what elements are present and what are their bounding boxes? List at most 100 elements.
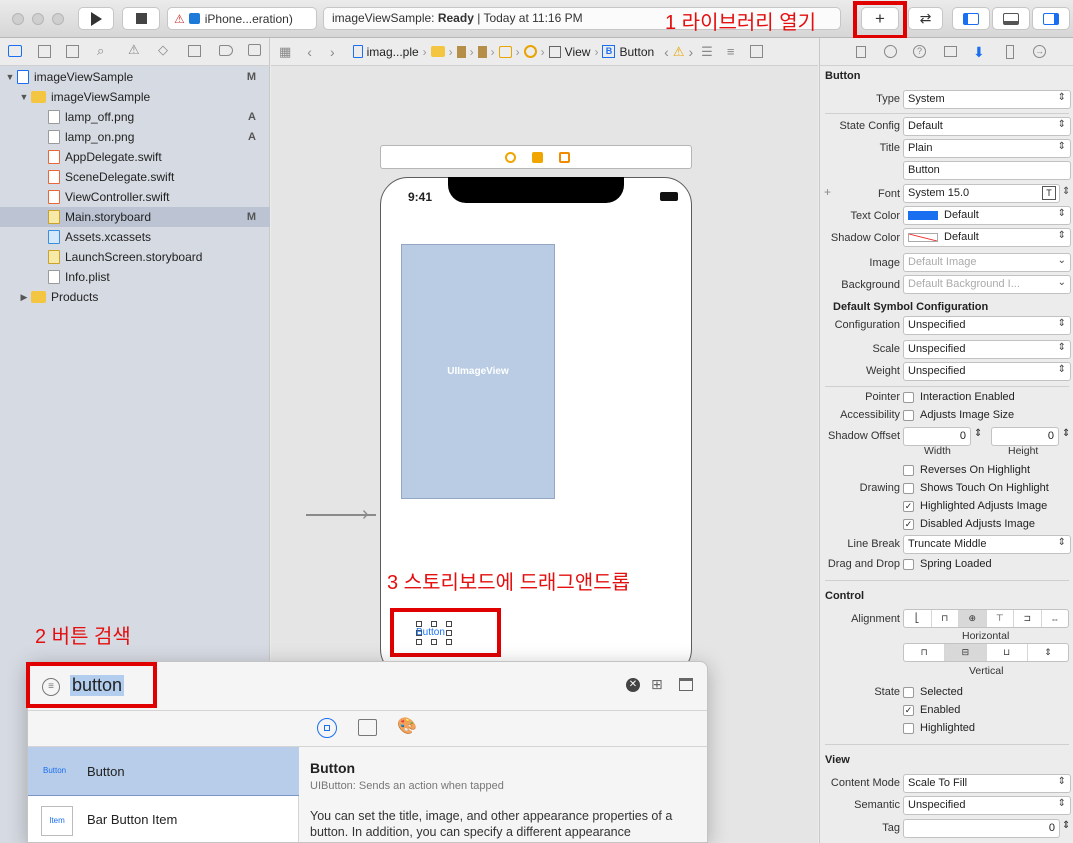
disclosure-triangle-icon[interactable]: ▼ [5, 72, 15, 82]
resize-handle[interactable] [431, 639, 437, 645]
issue-navigator-icon[interactable]: ⚠ [128, 42, 140, 58]
help-inspector-tab[interactable]: ? [913, 45, 926, 58]
symbol-navigator-tab[interactable] [66, 45, 79, 58]
clear-search-icon[interactable]: ✕ [626, 678, 640, 692]
checkbox-box[interactable] [903, 558, 914, 570]
file-icon[interactable] [477, 45, 487, 58]
accessibility-checkbox[interactable]: Adjusts Image Size [903, 409, 1014, 421]
background-combo-box[interactable]: Default Background I... ⌄ [903, 275, 1071, 294]
library-button[interactable]: + [861, 7, 899, 30]
checkbox-box[interactable] [903, 482, 914, 494]
identity-inspector-tab[interactable] [944, 46, 957, 57]
next-issue-icon[interactable]: › [689, 44, 694, 60]
scale-popup[interactable]: Unspecified ⇕ [903, 340, 1071, 359]
first-responder-icon[interactable] [532, 152, 543, 163]
project-navigator-tab[interactable] [8, 45, 22, 57]
align-fill-vertical-icon[interactable]: ⇕ [1028, 644, 1068, 661]
grid-icon[interactable]: ▦ [279, 44, 291, 60]
align-bottom-icon[interactable]: ⊔ [987, 644, 1028, 661]
align-fill-icon[interactable]: ⊐ [1014, 610, 1042, 627]
scheme-selector[interactable]: ⚠ iPhone...eration) [167, 7, 317, 30]
pointer-checkbox[interactable]: Interaction Enabled [903, 391, 1015, 403]
history-inspector-tab[interactable] [884, 45, 897, 58]
line-break-popup[interactable]: Truncate Middle ⇕ [903, 535, 1071, 554]
minimize-window-button[interactable] [32, 13, 44, 25]
shows-touch-checkbox[interactable]: Shows Touch On Highlight [903, 482, 1049, 494]
horizontal-alignment-control[interactable]: ⎣ ⊓ ⊕ ⊤ ⊐ ⇔ [903, 609, 1069, 628]
prev-issue-icon[interactable]: ‹ [664, 44, 669, 60]
find-icon[interactable]: ⌕ [97, 43, 104, 59]
image-combo-box[interactable]: Default Image ⌄ [903, 253, 1071, 272]
checkbox-box[interactable] [903, 464, 914, 476]
configuration-popup[interactable]: Unspecified ⇕ [903, 316, 1071, 335]
checkbox-box[interactable]: ✓ [903, 518, 914, 530]
disabled-adjusts-checkbox[interactable]: ✓ Disabled Adjusts Image [903, 518, 1035, 530]
align-center-icon[interactable]: ⊓ [932, 610, 959, 627]
checkbox-box[interactable] [903, 391, 914, 403]
minimap-icon[interactable]: ≡ [727, 44, 735, 59]
align-leading-icon[interactable]: ⇔ [1042, 610, 1069, 627]
close-window-button[interactable] [12, 13, 24, 25]
tag-field[interactable]: 0 [903, 819, 1060, 838]
shadow-color-popup[interactable]: Default ⇕ [903, 228, 1071, 247]
grid-view-icon[interactable]: ⊞ [651, 676, 663, 693]
list-item[interactable]: Info.plist [0, 267, 270, 287]
breakpoint-navigator-icon[interactable] [219, 45, 233, 56]
image-view[interactable]: UIImageView [401, 244, 555, 499]
checkbox-box[interactable] [903, 409, 914, 421]
list-item[interactable]: AppDelegate.swift [0, 147, 270, 167]
exit-icon[interactable] [559, 152, 570, 163]
font-size-stepper[interactable]: ⇕ [1062, 186, 1070, 197]
disclosure-triangle-icon[interactable]: ▶ [19, 292, 29, 303]
resize-handle[interactable] [446, 630, 452, 636]
weight-popup[interactable]: Unspecified ⇕ [903, 362, 1071, 381]
shadow-height-stepper[interactable]: ⇕ [1062, 428, 1070, 439]
toggle-inspector-button[interactable] [1032, 7, 1070, 30]
resize-handle[interactable] [446, 639, 452, 645]
semantic-popup[interactable]: Unspecified ⇕ [903, 796, 1071, 815]
selected-checkbox[interactable]: Selected [903, 686, 963, 698]
title-style-popup[interactable]: Plain ⇕ [903, 139, 1071, 158]
zoom-window-button[interactable] [52, 13, 64, 25]
font-picker-icon[interactable]: T [1042, 186, 1056, 200]
scene-dock[interactable] [380, 145, 692, 169]
toggle-debug-area-button[interactable] [992, 7, 1030, 30]
content-mode-popup[interactable]: Scale To Fill ⇕ [903, 774, 1071, 793]
run-button[interactable] [78, 7, 114, 30]
list-item[interactable]: LaunchScreen.storyboard [0, 247, 270, 267]
tag-stepper[interactable]: ⇕ [1062, 820, 1070, 831]
title-text-field[interactable]: Button [903, 161, 1071, 180]
breadcrumb-project[interactable]: imag...ple [367, 45, 419, 59]
align-middle-icon[interactable]: ⊟ [945, 644, 987, 661]
highlighted-checkbox[interactable]: Highlighted [903, 722, 975, 734]
checkbox-box[interactable]: ✓ [903, 704, 914, 716]
align-top-icon[interactable]: ⊓ [904, 644, 946, 661]
resize-handle[interactable] [446, 621, 452, 627]
list-item[interactable]: lamp_off.png A [0, 107, 270, 127]
view-controller-icon[interactable] [523, 45, 537, 58]
connections-inspector-tab[interactable]: → [1033, 45, 1046, 58]
breadcrumb-view[interactable]: View [565, 45, 591, 59]
type-popup[interactable]: System ⇕ [903, 90, 1071, 109]
forward-arrow-icon[interactable]: › [330, 44, 335, 60]
code-review-button[interactable]: ⇄ [908, 7, 943, 30]
report-navigator-icon[interactable] [248, 44, 261, 56]
toggle-navigator-button[interactable] [952, 7, 990, 30]
add-editor-icon[interactable] [750, 45, 764, 58]
vertical-alignment-control[interactable]: ⊓ ⊟ ⊔ ⇕ [903, 643, 1069, 662]
list-item[interactable]: ▼ imageViewSample M [0, 67, 270, 87]
resize-handle[interactable] [416, 639, 422, 645]
debug-navigator-icon[interactable] [188, 45, 201, 57]
back-arrow-icon[interactable]: ‹ [307, 44, 312, 60]
file-icon[interactable] [456, 45, 466, 58]
add-variation-icon[interactable]: + [824, 185, 831, 199]
align-right-icon[interactable]: ⊤ [987, 610, 1014, 627]
shadow-height-field[interactable]: 0 [991, 427, 1059, 446]
align-left-icon[interactable]: ⎣ [904, 610, 932, 627]
stop-button[interactable] [122, 7, 160, 30]
breadcrumb-button[interactable]: Button [619, 45, 654, 59]
state-config-popup[interactable]: Default ⇕ [903, 117, 1071, 136]
file-inspector-tab[interactable] [856, 46, 866, 58]
scene-icon[interactable] [498, 45, 512, 58]
color-palette-tab-icon[interactable]: 🎨 [397, 716, 417, 736]
